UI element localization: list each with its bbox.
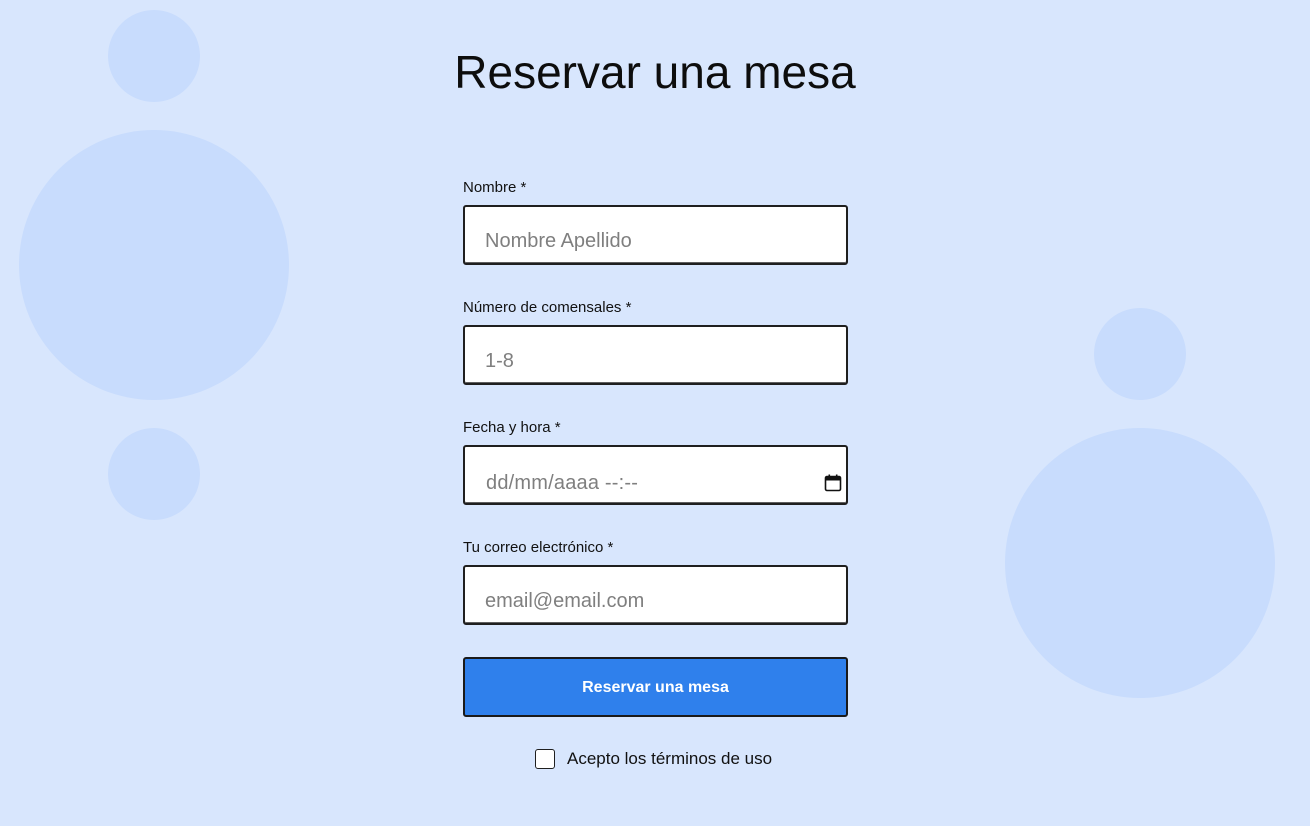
decorative-circle — [108, 428, 200, 520]
datetime-label: Fecha y hora * — [463, 419, 561, 436]
name-label: Nombre * — [463, 179, 527, 196]
name-field[interactable] — [463, 205, 848, 265]
email-field[interactable] — [463, 565, 848, 625]
guests-field[interactable] — [463, 325, 848, 385]
decorative-circle — [1094, 308, 1186, 400]
datetime-placeholder: dd/mm/aaaa --:-- — [486, 472, 639, 494]
name-input[interactable] — [465, 207, 846, 263]
terms-checkbox[interactable] — [535, 749, 555, 769]
guests-label: Número de comensales * — [463, 299, 632, 316]
calendar-icon[interactable] — [824, 474, 842, 492]
email-label: Tu correo electrónico * — [463, 539, 614, 556]
terms-label[interactable]: Acepto los términos de uso — [567, 748, 772, 770]
decorative-circle — [19, 130, 289, 400]
guests-input[interactable] — [465, 327, 846, 383]
page-title: Reservar una mesa — [454, 46, 856, 98]
email-input[interactable] — [465, 567, 846, 623]
decorative-circle — [1005, 428, 1275, 698]
datetime-field[interactable]: dd/mm/aaaa --:-- — [463, 445, 848, 505]
reserve-button[interactable]: Reservar una mesa — [463, 657, 848, 717]
